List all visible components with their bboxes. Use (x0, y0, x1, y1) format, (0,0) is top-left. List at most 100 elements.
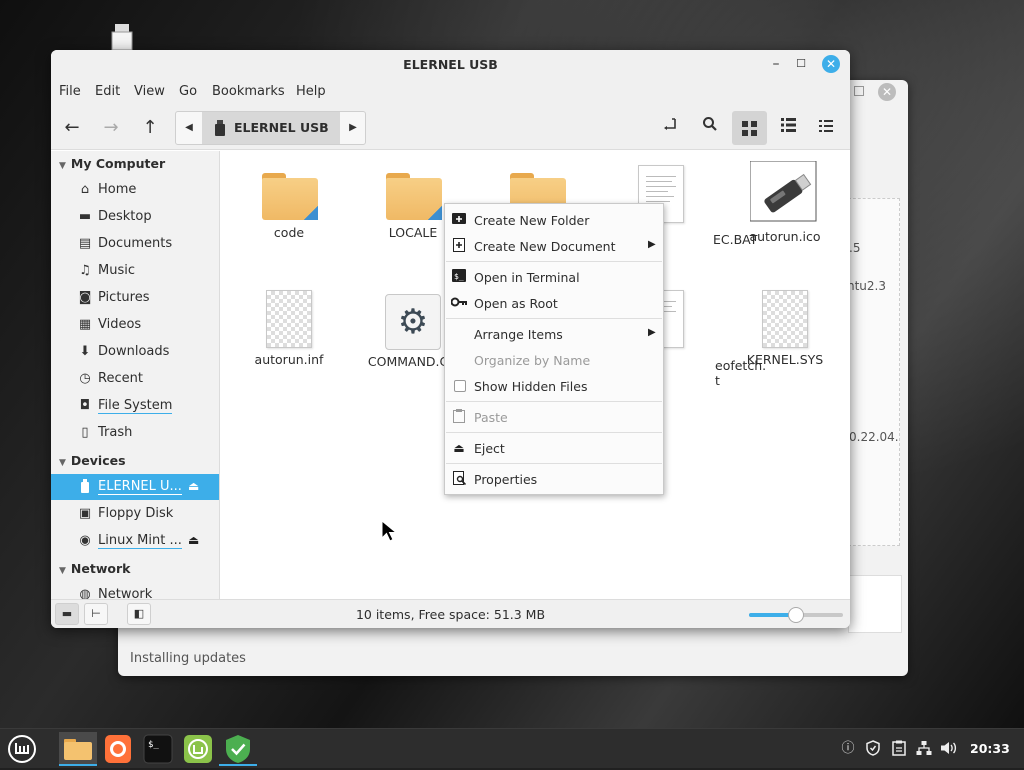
network-icon[interactable] (915, 740, 933, 758)
floppy-icon: ▣ (78, 506, 92, 521)
sidebar-item-label: Linux Mint ... (98, 533, 182, 549)
bg-close-icon[interactable]: ✕ (878, 83, 896, 101)
path-left-arrow-icon[interactable]: ◀ (176, 112, 202, 144)
file-item-code[interactable]: code (234, 169, 344, 240)
eject-icon[interactable]: ⏏ (188, 479, 199, 493)
volume-icon[interactable] (940, 740, 958, 758)
sidebar-item-videos[interactable]: ▦ Videos (51, 312, 219, 338)
file-item-autorun-inf[interactable]: autorun.inf (234, 290, 344, 367)
menu-item-properties[interactable]: Properties (445, 466, 663, 492)
videos-icon: ▦ (78, 317, 92, 332)
menu-help[interactable]: Help (296, 84, 326, 99)
menu-item-open-in-terminal[interactable]: $_ Open in Terminal (445, 264, 663, 290)
sidebar-item-linux-mint[interactable]: ◉ Linux Mint ... ⏏ (51, 528, 219, 554)
path-current-label: ELERNEL USB (234, 120, 329, 135)
menu-item-label: Organize by Name (474, 353, 591, 368)
zoom-slider-knob[interactable] (788, 607, 804, 623)
close-icon[interactable]: ✕ (822, 55, 840, 73)
sidebar-section-my-computer[interactable]: ▼ My Computer (59, 156, 165, 171)
toggle-location-icon[interactable] (659, 116, 683, 140)
menu-view[interactable]: View (134, 84, 165, 99)
menu-item-create-new-document[interactable]: Create New Document ▶ (445, 233, 663, 259)
shield-icon[interactable] (864, 740, 882, 758)
sidebar-item-recent[interactable]: ◷ Recent (51, 366, 219, 392)
firefox-icon[interactable] (99, 732, 137, 766)
mintinstall-icon[interactable] (179, 732, 217, 766)
context-menu: Create New Folder Create New Document ▶ … (444, 203, 664, 495)
menu-separator (446, 432, 662, 433)
menu-item-create-new-folder[interactable]: Create New Folder (445, 207, 663, 233)
menu-file[interactable]: File (59, 84, 81, 99)
key-icon (450, 295, 467, 311)
menu-item-label: Create New Document (474, 239, 616, 254)
up-button[interactable]: ↑ (138, 116, 162, 140)
back-button[interactable]: ← (60, 116, 84, 140)
list-view-icon[interactable] (776, 116, 800, 140)
menu-item-label: Paste (474, 410, 508, 425)
trash-icon: ▯ (81, 425, 89, 440)
file-item-autorun-ico[interactable]: autorun.ico (730, 160, 840, 244)
sidebar-item-elernel-usb[interactable]: ELERNEL U... ⏏ (51, 474, 219, 500)
menu-item-paste: Paste (445, 404, 663, 430)
eject-icon[interactable]: ⏏ (188, 533, 199, 547)
menu-edit[interactable]: Edit (95, 84, 120, 99)
blank-file-icon (762, 290, 808, 348)
taskbar: $_ ⓘ 20:33 (0, 728, 1024, 768)
section-title: Devices (70, 453, 126, 468)
menu-go[interactable]: Go (179, 84, 197, 99)
notification-icon[interactable]: ⓘ (839, 740, 857, 758)
recent-icon: ◷ (79, 371, 91, 386)
forward-button[interactable]: → (99, 116, 123, 140)
file-name: t (715, 373, 720, 388)
menu-item-show-hidden-files[interactable]: Show Hidden Files (445, 373, 663, 399)
sidebar-item-label: Network (98, 587, 153, 599)
sidebar: ▼ My Computer ⌂ Home ▬ Desktop ▤ Documents ♫… (51, 151, 220, 599)
bg-maximize-icon[interactable] (854, 86, 864, 96)
sidebar-item-label: Floppy Disk (98, 506, 174, 521)
toolbar: ← → ↑ ◀ ELERNEL USB ▶ (51, 106, 850, 150)
minimize-icon[interactable]: – (768, 56, 784, 72)
filesystem-icon: ◘ (79, 398, 91, 413)
statusbar: ▬ ⊢ ◧ 10 items, Free space: 51.3 MB (51, 599, 850, 628)
menu-item-eject[interactable]: ⏏ Eject (445, 435, 663, 461)
folder-icon (260, 169, 318, 221)
terminal-icon[interactable]: $_ (139, 732, 177, 766)
icon-view-button[interactable] (732, 111, 767, 145)
sidebar-section-devices[interactable]: ▼ Devices (59, 453, 126, 468)
clock[interactable]: 20:33 (970, 741, 1010, 756)
files-icon[interactable] (59, 732, 97, 766)
sidebar-item-home[interactable]: ⌂ Home (51, 177, 219, 203)
show-hidden-checkbox[interactable] (454, 380, 466, 392)
menu-separator (446, 401, 662, 402)
search-icon[interactable] (698, 116, 722, 140)
sidebar-item-music[interactable]: ♫ Music (51, 258, 219, 284)
window-title: ELERNEL USB (403, 57, 498, 72)
sidebar-item-pictures[interactable]: ◙ Pictures (51, 285, 219, 311)
titlebar[interactable]: ELERNEL USB – ☐ ✕ (51, 50, 850, 78)
sidebar-item-label: Documents (98, 236, 173, 251)
mint-menu-icon[interactable] (3, 732, 41, 766)
menu-item-arrange-items[interactable]: Arrange Items ▶ (445, 321, 663, 347)
compact-view-icon[interactable] (814, 116, 838, 140)
file-item-kernel-sys[interactable]: KERNEL.SYS (730, 290, 840, 367)
clipboard-icon[interactable] (890, 740, 908, 758)
sidebar-item-file-system[interactable]: ◘ File System (51, 393, 219, 419)
sidebar-item-downloads[interactable]: ⬇ Downloads (51, 339, 219, 365)
sidebar-section-network[interactable]: ▼ Network (59, 561, 130, 576)
sidebar-item-desktop[interactable]: ▬ Desktop (51, 204, 219, 230)
path-right-arrow-icon[interactable]: ▶ (340, 112, 366, 144)
sidebar-item-label: Desktop (98, 209, 152, 224)
mintupdate-icon[interactable] (219, 732, 257, 766)
maximize-icon[interactable]: ☐ (793, 56, 809, 72)
menu-bookmarks[interactable]: Bookmarks (212, 84, 285, 99)
menu-item-label: Open in Terminal (474, 270, 580, 285)
menu-item-open-as-root[interactable]: Open as Root (445, 290, 663, 316)
sidebar-item-floppy-disk[interactable]: ▣ Floppy Disk (51, 501, 219, 527)
path-current-button[interactable]: ELERNEL USB (202, 112, 340, 144)
sidebar-item-trash[interactable]: ▯ Trash (51, 420, 219, 446)
sidebar-item-label: File System (98, 398, 173, 414)
submenu-arrow-icon: ▶ (648, 239, 656, 250)
zoom-slider[interactable] (749, 607, 843, 623)
sidebar-item-network[interactable]: ◍ Network (51, 582, 219, 599)
sidebar-item-documents[interactable]: ▤ Documents (51, 231, 219, 257)
